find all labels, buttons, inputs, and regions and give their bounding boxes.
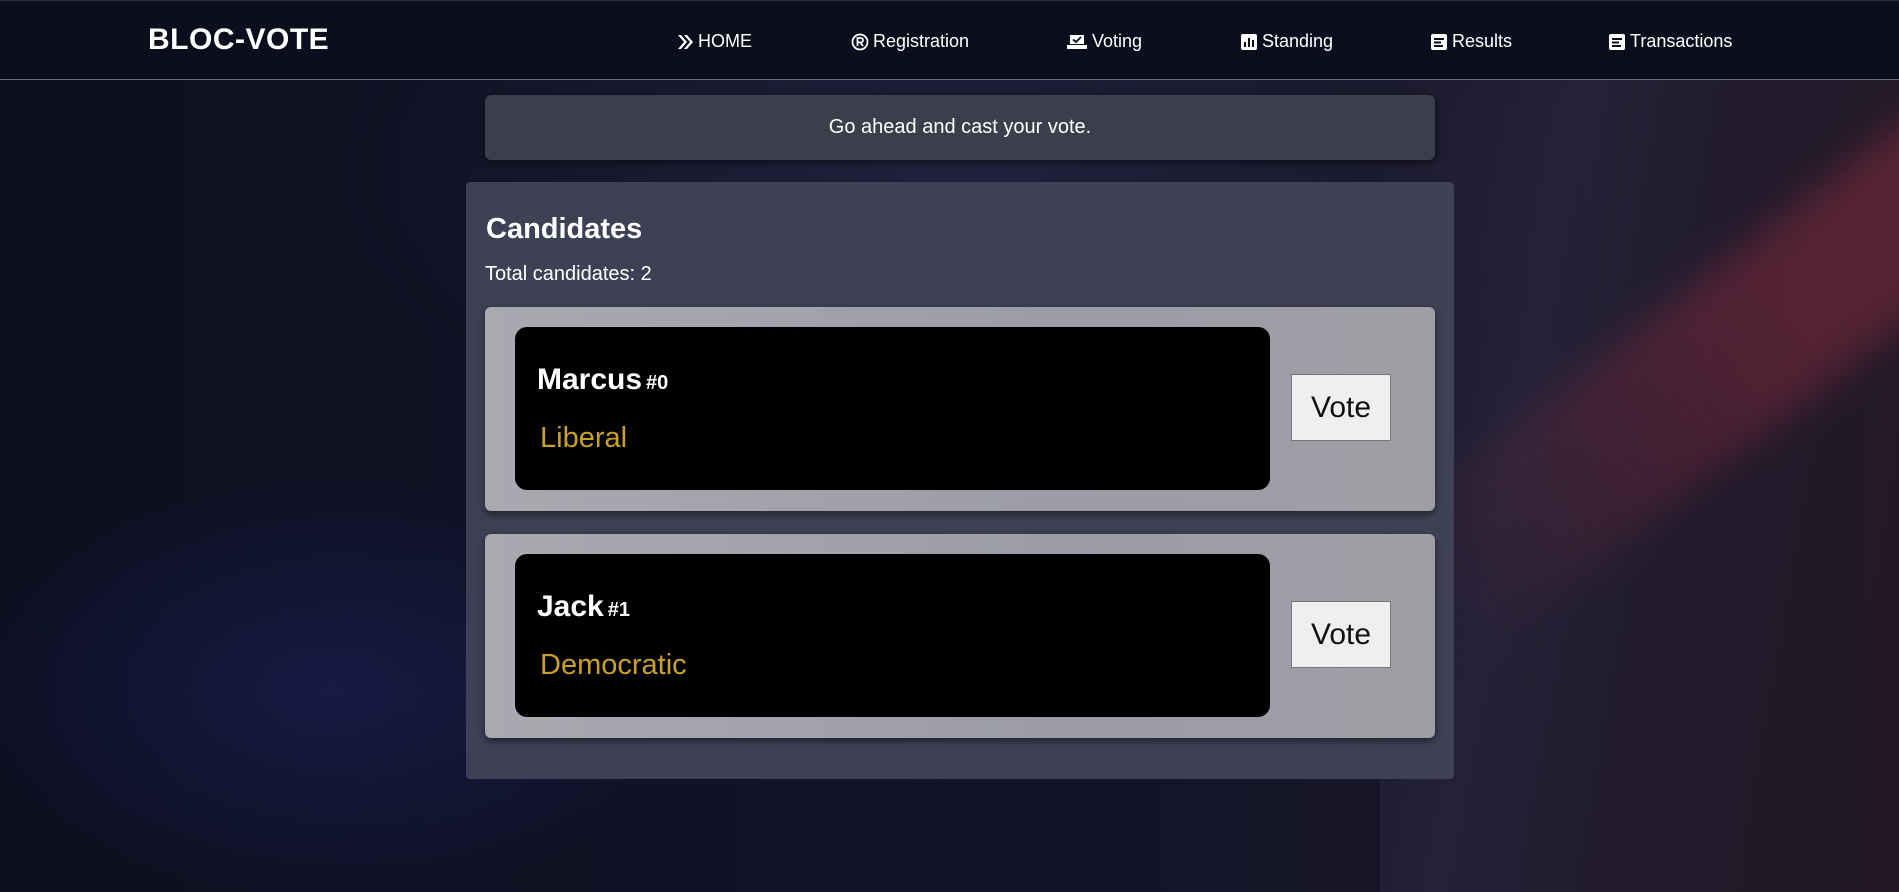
- candidate-party: Democratic: [540, 649, 687, 681]
- document-list-icon: [1608, 33, 1626, 51]
- candidate-name-text: Marcus: [537, 363, 643, 396]
- nav-label-standing: Standing: [1262, 31, 1334, 51]
- nav-item-registration[interactable]: Registration: [851, 31, 969, 52]
- candidate-name-text: Jack: [537, 590, 604, 623]
- registered-icon: [851, 33, 869, 51]
- nav-item-standing[interactable]: Standing: [1240, 31, 1333, 52]
- candidate-info: Jack #1 Democratic: [515, 554, 1270, 717]
- candidates-panel: Candidates Total candidates: 2 Marcus #0 …: [466, 182, 1454, 779]
- candidate-card: Marcus #0 Liberal Vote: [485, 307, 1435, 511]
- top-navbar: BLOC-VOTE HOME Registration Voting Stand…: [0, 0, 1899, 80]
- nav-item-results[interactable]: Results: [1430, 31, 1512, 52]
- chevron-double-right-icon: [676, 33, 694, 51]
- candidate-id: #1: [607, 599, 630, 621]
- nav-label-voting: Voting: [1092, 31, 1143, 51]
- nav-item-transactions[interactable]: Transactions: [1608, 31, 1732, 52]
- nav-label-results: Results: [1452, 31, 1513, 51]
- candidate-name: Marcus #0: [537, 363, 668, 397]
- nav-label-registration: Registration: [873, 31, 970, 51]
- panel-title: Candidates: [486, 213, 643, 245]
- total-candidates: Total candidates: 2: [485, 263, 652, 285]
- nav-label-home: HOME: [698, 31, 752, 51]
- vote-button[interactable]: Vote: [1291, 601, 1391, 668]
- candidate-id: #0: [646, 372, 669, 394]
- ballot-box-icon: [1066, 33, 1088, 51]
- nav-label-transactions: Transactions: [1630, 31, 1733, 51]
- alert-message: Go ahead and cast your vote.: [828, 116, 1092, 138]
- vote-button[interactable]: Vote: [1291, 374, 1391, 441]
- candidate-info: Marcus #0 Liberal: [515, 327, 1270, 490]
- candidate-name: Jack #1: [537, 590, 630, 624]
- candidate-card: Jack #1 Democratic Vote: [485, 534, 1435, 738]
- candidate-party: Liberal: [540, 422, 628, 454]
- document-list-icon: [1430, 33, 1448, 51]
- brand-logo[interactable]: BLOC-VOTE: [148, 23, 329, 57]
- bar-chart-icon: [1240, 33, 1258, 51]
- vote-alert: Go ahead and cast your vote.: [485, 95, 1435, 160]
- nav-item-voting[interactable]: Voting: [1066, 31, 1142, 52]
- nav-item-home[interactable]: HOME: [676, 31, 752, 52]
